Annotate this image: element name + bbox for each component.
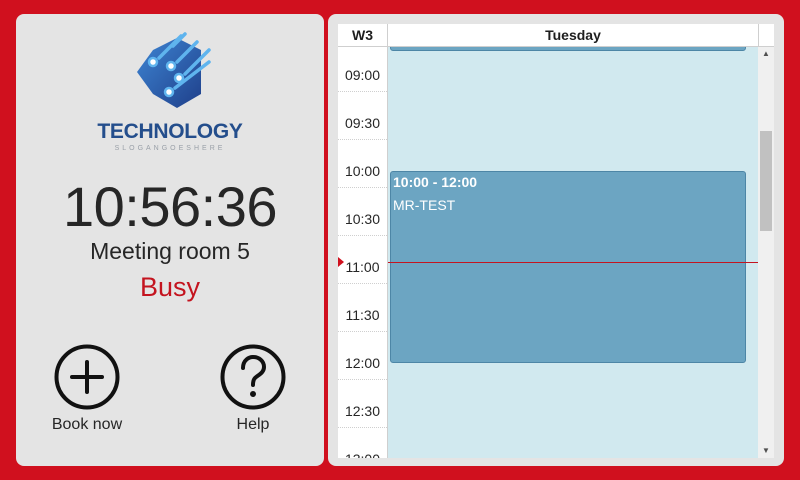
time-slot-label: 10:30 xyxy=(344,211,381,227)
scroll-up-arrow-icon[interactable]: ▲ xyxy=(758,47,774,61)
time-slot-divider xyxy=(338,283,387,284)
event-title: MR-TEST xyxy=(393,197,456,213)
event-time: 10:00 - 12:00 xyxy=(393,174,478,190)
time-slot-divider xyxy=(338,379,387,380)
calendar-body[interactable]: 09:00 09:30 10:00 10:30 11:00 11:30 12:00 12:30… xyxy=(338,47,758,458)
time-slot-divider xyxy=(338,427,387,428)
time-slot-divider xyxy=(338,331,387,332)
time-slot-label: 13:00 xyxy=(338,451,387,458)
day-name: Tuesday xyxy=(388,24,759,46)
day-column[interactable]: MR-TEST 10:00 - 12:00 MR-TEST xyxy=(388,47,758,458)
help-button[interactable]: Help xyxy=(198,344,308,434)
current-time-marker xyxy=(338,257,344,267)
calendar-event[interactable]: 10:00 - 12:00 MR-TEST xyxy=(390,171,746,363)
current-time-line xyxy=(388,262,758,263)
circuit-hexagon-icon xyxy=(137,32,211,108)
book-now-button[interactable]: Book now xyxy=(32,344,142,434)
previous-event-title: MR-TEST xyxy=(393,47,442,48)
plus-circle-icon xyxy=(54,344,120,410)
scroll-down-arrow-icon[interactable]: ▼ xyxy=(758,444,774,458)
room-name: Meeting room 5 xyxy=(90,238,250,264)
calendar-scrollbar[interactable]: ▲ ▼ xyxy=(758,47,774,458)
time-slot-label: 11:30 xyxy=(345,307,380,323)
time-slot-label: 09:30 xyxy=(344,115,381,131)
calendar: W3 Tuesday 09:00 09:30 10:00 10:30 11:00 11:3… xyxy=(338,24,774,458)
previous-event[interactable]: MR-TEST xyxy=(390,47,746,51)
time-column: 09:00 09:30 10:00 10:30 11:00 11:30 12:00 12:30… xyxy=(338,47,388,458)
time-slot-label: 10:00 xyxy=(344,163,381,179)
brand-name: TECHNOLOGY xyxy=(97,120,243,143)
help-label: Help xyxy=(236,416,270,433)
clock: 10:56:36 xyxy=(63,175,277,238)
time-slot-divider xyxy=(338,235,387,236)
room-status: Busy xyxy=(139,272,201,302)
time-slot-label: 11:00 xyxy=(345,259,380,275)
time-slot-label: 12:30 xyxy=(344,403,381,419)
time-slot-label: 09:00 xyxy=(344,67,381,83)
time-slot-divider xyxy=(338,139,387,140)
brand-slogan: SLOGANGOESHERE xyxy=(114,145,226,152)
calendar-panel: W3 Tuesday 09:00 09:30 10:00 10:30 11:00 11:3… xyxy=(328,14,784,466)
company-logo: TECHNOLOGY SLOGANGOESHERE xyxy=(16,14,324,164)
time-slot-label: 12:00 xyxy=(344,355,381,371)
time-slot-divider xyxy=(338,91,387,92)
question-circle-icon xyxy=(220,344,286,410)
time-slot-divider xyxy=(338,187,387,188)
week-number: W3 xyxy=(338,24,388,46)
room-info-panel: TECHNOLOGY SLOGANGOESHERE 10:56:36 Meeti… xyxy=(16,14,324,466)
scroll-thumb[interactable] xyxy=(760,131,772,231)
book-now-label: Book now xyxy=(51,416,123,433)
calendar-header: W3 Tuesday xyxy=(338,24,774,47)
